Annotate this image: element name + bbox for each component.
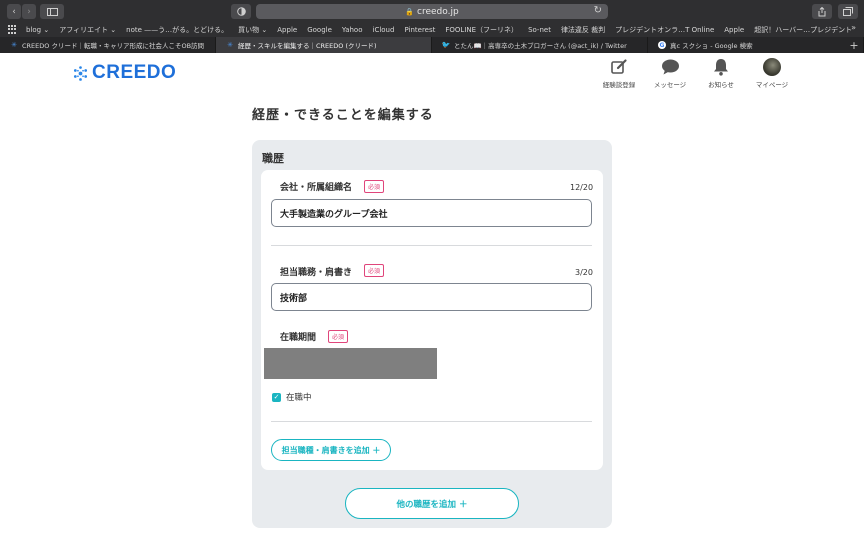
creedo-favicon-icon: ✳ bbox=[227, 41, 233, 49]
avatar bbox=[763, 58, 781, 76]
position-title-input[interactable]: 技術部 bbox=[271, 283, 592, 311]
position-char-counter: 3/20 bbox=[575, 268, 593, 277]
creedo-favicon-icon: ✳ bbox=[11, 41, 17, 49]
address-bar[interactable]: 🔒 creedo.jp ↻ bbox=[256, 4, 608, 19]
sidebar-toggle-button[interactable] bbox=[40, 4, 64, 19]
bookmark-item[interactable]: プレジデントオンラ…T Online bbox=[615, 25, 714, 35]
work-history-panel: 職歴 会社・所属組織名 必須 12/20 大手製造業のグループ会社 担当職務・肩… bbox=[252, 140, 612, 528]
new-tab-icon[interactable]: + bbox=[848, 37, 860, 53]
back-button[interactable]: ‹ bbox=[7, 4, 21, 19]
add-work-history-button[interactable]: 他の職歴を追加 ＋ bbox=[345, 488, 519, 519]
company-label: 会社・所属組織名 bbox=[280, 183, 353, 193]
currently-employed-checkbox-row[interactable]: ✓ 在職中 bbox=[272, 391, 312, 403]
divider bbox=[271, 421, 592, 422]
browser-tab-active[interactable]: ✳ 経歴・スキルを編集する｜CREEDO (クリード) bbox=[216, 37, 432, 53]
browser-tab[interactable]: ✳ CREEDO クリード｜転職・キャリア形成に社会人こそOB訪問 bbox=[0, 37, 216, 53]
more-bookmarks-icon[interactable]: » bbox=[851, 23, 856, 32]
bookmark-item[interactable]: note ——う…がる。とどける。 bbox=[126, 25, 228, 35]
period-label: 在職期間 bbox=[280, 333, 317, 343]
bookmark-item[interactable]: Google bbox=[307, 26, 332, 34]
grid-icon[interactable] bbox=[8, 24, 18, 35]
shield-icon bbox=[236, 7, 246, 16]
tab-title: 経歴・スキルを編集する｜CREEDO (クリード) bbox=[238, 42, 377, 50]
share-icon bbox=[818, 6, 826, 16]
company-char-counter: 12/20 bbox=[570, 183, 594, 192]
privacy-report-button[interactable] bbox=[231, 4, 251, 19]
forward-button[interactable]: › bbox=[22, 4, 36, 19]
bookmark-item[interactable]: Yahoo bbox=[342, 26, 363, 34]
reload-icon[interactable]: ↻ bbox=[594, 5, 602, 16]
browser-tab[interactable]: G 真c スクショ - Google 検索 bbox=[648, 37, 864, 53]
twitter-favicon-icon: 🐦 bbox=[441, 41, 451, 49]
bookmark-item[interactable]: Apple bbox=[724, 26, 744, 34]
required-badge: 必須 bbox=[328, 330, 349, 343]
bookmark-item[interactable]: 超訳！ハーバー…プレジデント bbox=[754, 25, 852, 35]
tab-bar: ✳ CREEDO クリード｜転職・キャリア形成に社会人こそOB訪問 ✳ 経歴・ス… bbox=[0, 37, 864, 53]
lock-icon: 🔒 bbox=[405, 7, 415, 16]
tabs-icon bbox=[843, 7, 853, 16]
company-name-input[interactable]: 大手製造業のグループ会社 bbox=[271, 199, 592, 227]
add-position-button[interactable]: 担当職種・肩書きを追加 ＋ bbox=[271, 439, 391, 461]
browser-chrome: ‹ › 🔒 creedo.jp ↻ blog ⌄ アフィリエイト ⌄ note … bbox=[0, 0, 864, 53]
required-badge: 必須 bbox=[364, 264, 385, 277]
bookmark-item[interactable]: アフィリエイト ⌄ bbox=[59, 25, 116, 35]
period-select-redacted[interactable] bbox=[264, 348, 437, 379]
google-favicon-icon: G bbox=[658, 41, 666, 49]
nav-label: メッセージ bbox=[653, 81, 687, 89]
tab-title: 真c スクショ - Google 検索 bbox=[670, 42, 753, 50]
divider bbox=[271, 245, 592, 246]
nav-label: 経験談登録 bbox=[602, 81, 636, 89]
nav-label: お知らせ bbox=[708, 81, 734, 89]
tab-overview-button[interactable] bbox=[838, 4, 858, 19]
bookmark-item[interactable]: iCloud bbox=[373, 26, 395, 34]
bookmark-item[interactable]: blog ⌄ bbox=[26, 26, 49, 34]
nav-label: マイページ bbox=[755, 81, 789, 89]
bookmark-item[interactable]: FOOLINE（フーリネ） bbox=[445, 25, 518, 35]
bookmark-item[interactable]: 律法違反 裁判 bbox=[561, 25, 605, 35]
tab-title: とたん📖｜高専卒の土木ブロガーさん (@act_ik) / Twitter bbox=[454, 42, 627, 50]
bookmarks-bar: blog ⌄ アフィリエイト ⌄ note ——う…がる。とどける。 買い物 ⌄… bbox=[0, 22, 864, 37]
bookmark-item[interactable]: Pinterest bbox=[404, 26, 435, 34]
currently-employed-label: 在職中 bbox=[286, 393, 312, 403]
bookmark-item[interactable]: 買い物 ⌄ bbox=[238, 25, 267, 35]
sidebar-icon bbox=[46, 7, 58, 16]
page-title: 経歴・できることを編集する bbox=[252, 108, 434, 123]
message-icon bbox=[661, 59, 679, 75]
bookmark-item[interactable]: Apple bbox=[277, 26, 297, 34]
position-label: 担当職務・肩書き bbox=[280, 268, 353, 278]
section-title: 職歴 bbox=[262, 152, 284, 165]
edit-icon bbox=[611, 59, 627, 74]
currently-employed-checkbox[interactable]: ✓ bbox=[272, 392, 281, 402]
work-history-card: 会社・所属組織名 必須 12/20 大手製造業のグループ会社 担当職務・肩書き … bbox=[261, 170, 603, 470]
required-badge: 必須 bbox=[364, 180, 385, 193]
logo-text: CREEDO bbox=[92, 62, 177, 83]
browser-tab[interactable]: 🐦 とたん📖｜高専卒の土木ブロガーさん (@act_ik) / Twitter bbox=[432, 37, 648, 53]
bookmark-item[interactable]: So-net bbox=[528, 26, 551, 34]
creedo-logo[interactable]: CREEDO bbox=[72, 61, 176, 85]
creedo-logo-mark-icon bbox=[73, 65, 88, 81]
share-button[interactable] bbox=[812, 4, 832, 19]
url-text: creedo.jp bbox=[417, 6, 459, 17]
tab-title: CREEDO クリード｜転職・キャリア形成に社会人こそOB訪問 bbox=[22, 42, 205, 50]
nav-mypage[interactable]: マイページ bbox=[742, 58, 802, 92]
bell-icon bbox=[714, 59, 728, 76]
browser-toolbar: ‹ › 🔒 creedo.jp ↻ bbox=[0, 0, 864, 22]
